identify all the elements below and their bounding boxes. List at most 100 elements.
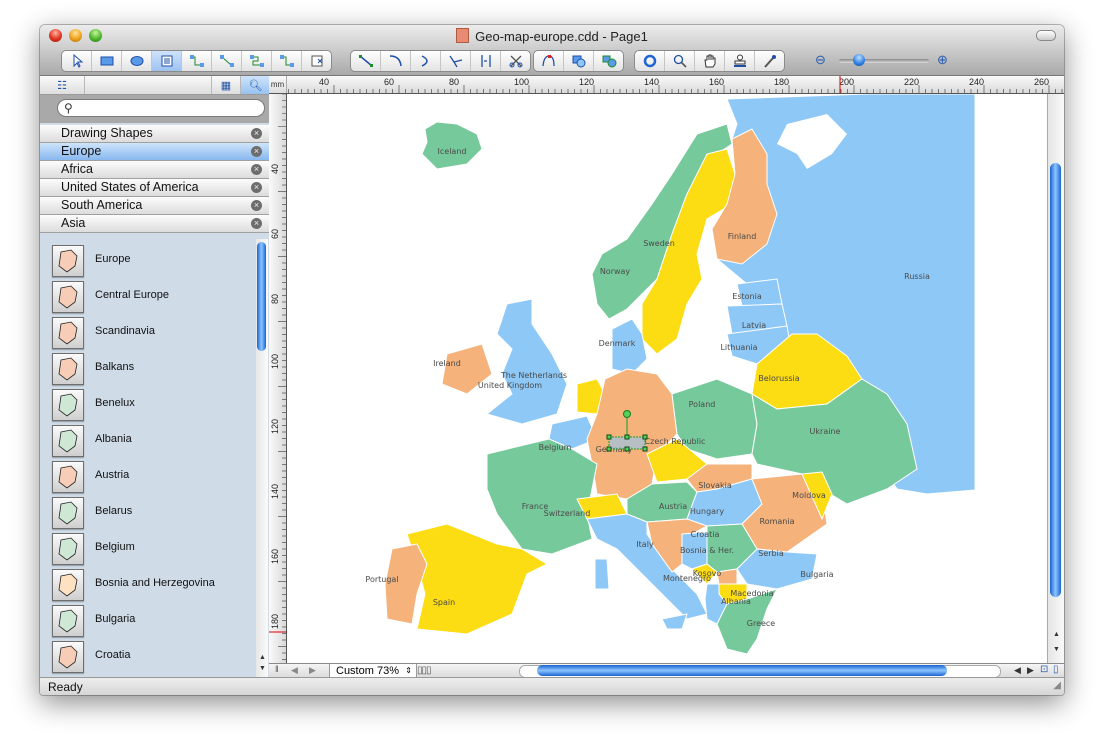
direct-connector-icon[interactable] [212, 51, 242, 71]
library-search-input[interactable] [57, 99, 265, 117]
shape-list-scrollbar[interactable]: ▲ ▼ [256, 239, 268, 677]
scroll-down-arrow[interactable]: ▼ [259, 665, 266, 672]
shape-label: Benelux [95, 397, 135, 409]
shape-item[interactable]: Albania [52, 425, 252, 461]
library-usa[interactable]: United States of America × [40, 179, 269, 197]
grid-view-tab[interactable]: ▦ [211, 76, 240, 94]
library-asia[interactable]: Asia × [40, 215, 269, 233]
smart-connector-icon[interactable] [242, 51, 272, 71]
resize-handle[interactable] [606, 434, 612, 440]
toolbar-toggle-button[interactable] [1036, 30, 1056, 41]
zoom-select[interactable]: Custom 73% ⇕ [329, 664, 417, 678]
shape-item[interactable]: Bosnia and Herzegovina [52, 569, 252, 605]
spline-icon[interactable] [471, 51, 501, 71]
rectangle-icon[interactable] [92, 51, 122, 71]
shape-list-scroll-thumb[interactable] [257, 242, 266, 351]
scissors-icon[interactable] [501, 51, 530, 71]
shape-item[interactable]: Austria [52, 461, 252, 497]
shape-item[interactable]: Belgium [52, 533, 252, 569]
eyedropper-icon[interactable] [755, 51, 784, 71]
close-library-icon[interactable]: × [251, 164, 262, 175]
search-tab[interactable]: 🔍︎ [240, 76, 270, 94]
scroll-right-arrow[interactable]: ▶ [1027, 665, 1034, 676]
stamp-icon[interactable] [725, 51, 755, 71]
fit-to-window-icon[interactable]: ⊡ [1040, 664, 1048, 675]
ruler-ticks [269, 94, 286, 660]
library-label: Drawing Shapes [61, 126, 153, 140]
title-bar: Geo-map-europe.cdd - Page1 [40, 25, 1064, 47]
arc-icon[interactable] [381, 51, 411, 71]
close-library-icon[interactable]: × [251, 200, 262, 211]
library-drawing-shapes[interactable]: Drawing Shapes × [40, 125, 269, 143]
resize-handle[interactable] [624, 434, 630, 440]
library-europe[interactable]: Europe × [40, 143, 269, 161]
search-field-icon: ⚲ [64, 101, 73, 115]
canvas-vertical-scrollbar[interactable]: ▲ ▼ [1047, 94, 1064, 663]
drawing-canvas[interactable]: Iceland Norway Sweden Finland Russia Estonia L… [287, 94, 1047, 663]
scroll-up-arrow[interactable]: ▲ [259, 654, 266, 661]
next-page-button[interactable]: ▶ [309, 665, 316, 676]
library-south-america[interactable]: South America × [40, 197, 269, 215]
canvas-horizontal-scroll-thumb[interactable] [537, 665, 947, 676]
scroll-down-arrow[interactable]: ▼ [1053, 646, 1060, 653]
scroll-left-arrow[interactable]: ◀ [1014, 665, 1021, 676]
shape-thumbnail-icon [52, 533, 84, 565]
country-iceland[interactable] [421, 121, 483, 170]
edit-points-icon[interactable] [534, 51, 564, 71]
shape-item[interactable]: Central Europe [52, 281, 252, 317]
shape-item[interactable]: Scandinavia [52, 317, 252, 353]
actual-size-icon[interactable]: ▯ [1053, 664, 1059, 675]
library-search-area: ⚲ [40, 95, 269, 123]
resize-handle[interactable] [642, 434, 648, 440]
scroll-up-arrow[interactable]: ▲ [1053, 631, 1060, 638]
document-icon [456, 28, 470, 43]
library-africa[interactable]: Africa × [40, 161, 269, 179]
resize-handle[interactable] [642, 446, 648, 452]
zoom-slider-knob[interactable] [853, 54, 865, 66]
library-label: South America [61, 198, 143, 212]
zoom-out-icon[interactable]: ⊖ [815, 52, 831, 68]
ellipse-icon[interactable] [122, 51, 152, 71]
page-view-buttons[interactable]: ▯▯▯ [417, 665, 431, 676]
pointer-icon[interactable] [62, 51, 92, 71]
library-label: Europe [61, 144, 102, 158]
text-box-icon[interactable] [152, 51, 182, 71]
tree-view-tab[interactable]: ☷ [40, 76, 85, 94]
close-library-icon[interactable]: × [251, 182, 262, 193]
zoom-in-icon[interactable]: ⊕ [937, 52, 953, 68]
previous-page-button[interactable]: ◀ [291, 665, 298, 676]
close-library-icon[interactable]: × [251, 146, 262, 157]
zoom-icon[interactable] [665, 51, 695, 71]
status-bar: Ready ◢ [40, 677, 1064, 695]
insert-object-icon[interactable] [302, 51, 331, 71]
resize-handle[interactable] [624, 446, 630, 452]
shape-item[interactable]: Bulgaria [52, 605, 252, 641]
group-icon[interactable] [564, 51, 594, 71]
connector-icon[interactable] [182, 51, 212, 71]
resize-grip-icon[interactable]: ◢ [1053, 677, 1061, 695]
shape-item[interactable]: Benelux [52, 389, 252, 425]
shape-item[interactable]: Balkans [52, 353, 252, 389]
refresh-icon[interactable] [635, 51, 665, 71]
country-france[interactable] [486, 438, 598, 555]
ungroup-icon[interactable] [594, 51, 623, 71]
country-label: Finland [728, 232, 757, 241]
shape-item[interactable]: Belarus [52, 497, 252, 533]
close-library-icon[interactable]: × [251, 128, 262, 139]
country-united-kingdom[interactable] [485, 298, 568, 425]
shape-thumbnail-icon [52, 245, 84, 277]
canvas-vertical-scroll-thumb[interactable] [1050, 163, 1061, 597]
status-text: Ready [48, 680, 83, 694]
shape-item[interactable]: Europe [52, 245, 252, 281]
hand-pan-icon[interactable] [695, 51, 725, 71]
curve-icon[interactable] [411, 51, 441, 71]
bezier-icon[interactable] [441, 51, 471, 71]
shape-item[interactable]: Croatia [52, 641, 252, 677]
resize-handle[interactable] [606, 446, 612, 452]
rotation-handle[interactable] [623, 410, 631, 418]
round-connector-icon[interactable] [272, 51, 302, 71]
close-library-icon[interactable]: × [251, 218, 262, 229]
line-icon[interactable] [351, 51, 381, 71]
zoom-slider[interactable]: ⊖ ⊕ [815, 51, 955, 71]
split-handle[interactable]: ‖ [275, 664, 279, 674]
